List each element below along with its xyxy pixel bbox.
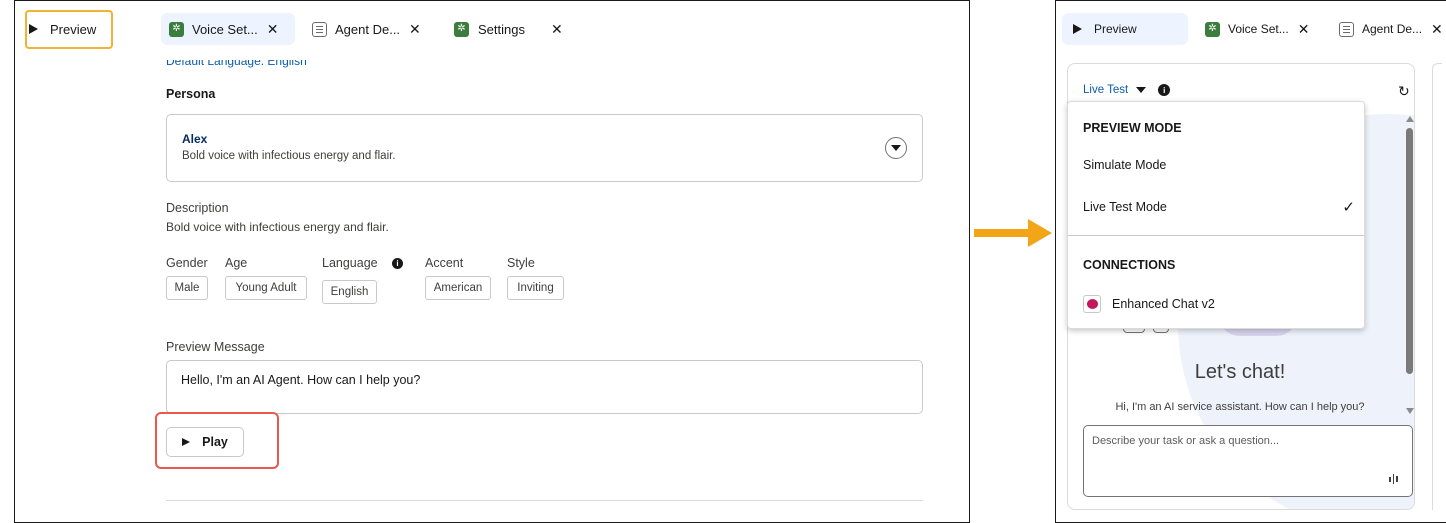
preview-message-value: Hello, I'm an AI Agent. How can I help y… [181,373,421,387]
chat-subtitle: Hi, I'm an AI service assistant. How can… [1115,401,1365,413]
chat-input[interactable]: Describe your task or ask a question... [1083,425,1413,497]
highlight-box-preview [25,10,113,49]
microphone-icon[interactable] [1389,474,1398,484]
tab-settings-label: Settings [478,21,525,37]
age-label: Age [225,256,248,270]
gender-value: Male [166,276,208,300]
default-language-text: Default Language: English [166,54,307,68]
persona-select[interactable]: Alex Bold voice with infectious energy a… [166,114,923,182]
scroll-down-icon[interactable] [1406,408,1414,414]
tab-agent-details-label: Agent De... [1362,22,1423,36]
highlight-box-play [155,412,279,469]
tab-agent-details[interactable]: Agent De... ✕ [1339,14,1443,44]
menu-section-preview-mode: PREVIEW MODE [1083,121,1182,135]
checkmark-icon: ✓ [1342,199,1355,216]
gear-icon: ✲ [1205,21,1220,37]
arrow-icon [974,219,1052,247]
adjacent-panel-edge [1432,63,1442,510]
style-label: Style [507,256,535,270]
accent-label: Accent [425,256,464,270]
language-label: Language [322,256,378,270]
tab-preview-label: Preview [1094,22,1137,36]
tab-voice-settings[interactable]: ✲ Voice Set... ✕ [169,14,279,44]
gear-icon: ✲ [169,21,184,37]
chat-icon [1083,295,1101,313]
scroll-up-icon[interactable] [1406,116,1414,122]
description-label: Description [166,201,229,215]
persona-description: Bold voice with infectious energy and fl… [182,150,396,162]
scrollbar[interactable] [1404,116,1414,416]
info-icon: i [1158,84,1171,96]
close-icon[interactable]: ✕ [551,21,563,38]
close-icon[interactable]: ✕ [409,21,421,38]
tab-agent-details[interactable]: Agent De... ✕ [312,14,421,44]
gear-icon: ✲ [454,21,469,37]
divider [166,500,923,501]
tab-voice-settings-label: Voice Set... [192,21,258,37]
close-icon[interactable]: ✕ [1298,21,1310,38]
mode-selector-label: Live Test [1083,84,1129,96]
menu-divider [1068,235,1364,236]
mode-dropdown-menu: PREVIEW MODE Simulate Mode Live Test Mod… [1067,101,1365,329]
menu-item-enhanced-chat[interactable]: Enhanced Chat v2 [1083,295,1353,313]
menu-item-simulate-mode[interactable]: Simulate Mode [1083,158,1353,172]
voice-settings-panel: Preview ✲ Voice Set... ✕ Agent De... ✕ ✲… [14,0,970,523]
tab-agent-details-label: Agent De... [335,21,401,37]
menu-section-connections: CONNECTIONS [1083,258,1176,272]
accent-value: American [425,276,491,300]
close-icon[interactable]: ✕ [267,21,279,38]
tab-voice-settings-label: Voice Set... [1228,22,1289,36]
preview-panel: Preview ✲ Voice Set... ✕ Agent De... ✕ L… [1055,0,1446,523]
document-icon [312,21,327,37]
play-icon [1073,24,1082,34]
age-value: Young Adult [225,276,307,300]
persona-name: Alex [182,132,208,146]
mode-selector[interactable]: Live Test i [1083,84,1171,96]
caret-down-icon [1136,87,1147,93]
style-value: Inviting [507,276,564,300]
info-icon: i [392,258,403,269]
tab-voice-settings[interactable]: ✲ Voice Set... ✕ [1205,14,1309,44]
gender-label: Gender [166,256,208,270]
menu-item-label: Live Test Mode [1083,200,1167,214]
refresh-icon[interactable]: ↻ [1398,83,1410,100]
tab-settings[interactable]: ✲ Settings ✕ [454,14,563,44]
persona-heading: Persona [166,87,216,101]
menu-item-live-test-mode[interactable]: Live Test Mode ✓ [1083,199,1355,216]
preview-message-textarea[interactable]: Hello, I'm an AI Agent. How can I help y… [166,360,923,414]
chevron-down-icon[interactable] [885,137,907,159]
menu-item-label: Enhanced Chat v2 [1112,297,1215,311]
description-text: Bold voice with infectious energy and fl… [166,220,389,234]
chat-heading: Let's chat! [1194,361,1286,383]
scrollbar-thumb[interactable] [1406,128,1413,374]
preview-message-label: Preview Message [166,340,265,354]
tab-preview[interactable]: Preview [1073,14,1137,44]
document-icon [1339,21,1354,37]
close-icon[interactable]: ✕ [1431,21,1443,38]
menu-item-label: Simulate Mode [1083,158,1167,172]
language-value: English [322,280,377,304]
chat-input-placeholder: Describe your task or ask a question... [1092,435,1280,447]
